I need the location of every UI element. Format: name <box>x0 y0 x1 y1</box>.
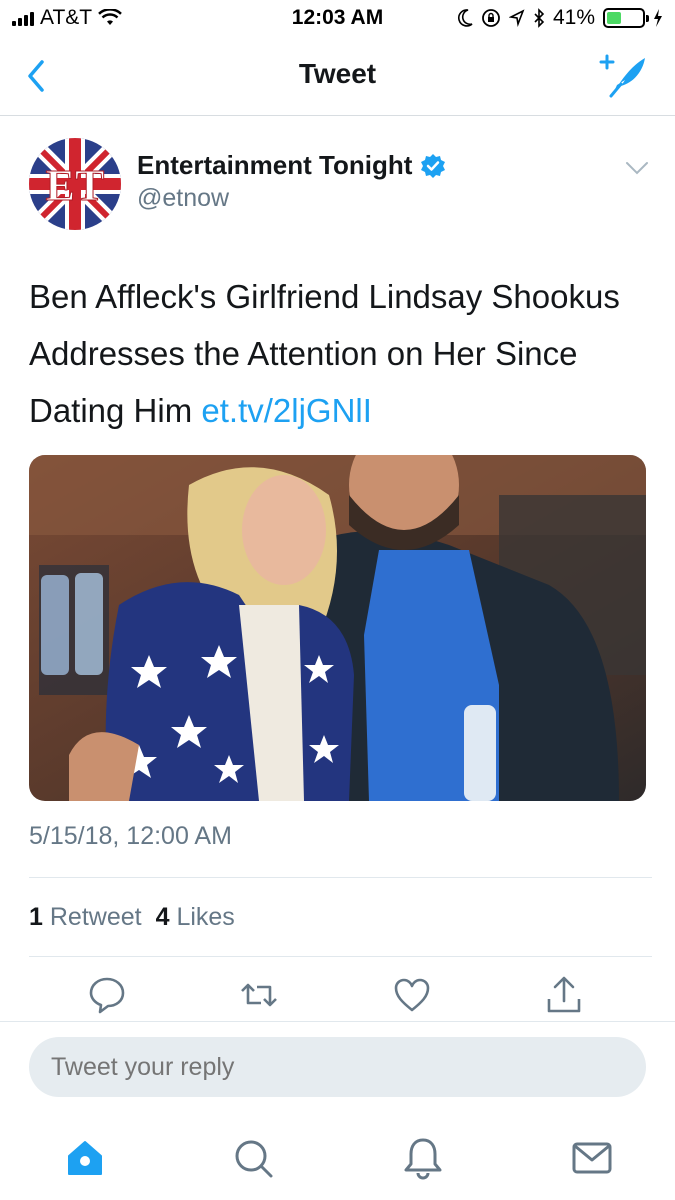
page-title: Tweet <box>298 58 377 89</box>
reply-button[interactable] <box>87 975 127 1015</box>
tweet-text: Ben Affleck's Girlfriend Lindsay Shookus… <box>29 268 649 439</box>
avatar-logo-text: ET <box>46 161 105 210</box>
battery-percent: 41% <box>552 6 595 29</box>
avatar[interactable]: ET <box>29 138 121 230</box>
et-logo-icon: ET <box>29 138 121 230</box>
retweet-button[interactable] <box>239 975 279 1015</box>
share-button[interactable] <box>544 975 584 1015</box>
like-count: 4 <box>155 903 170 931</box>
navigation-bar: Tweet <box>0 38 675 116</box>
like-label: Likes <box>176 903 235 931</box>
tweet-photo[interactable] <box>29 455 646 801</box>
location-icon <box>508 9 525 27</box>
photo-image <box>29 455 646 801</box>
chevron-down-icon[interactable] <box>625 160 649 176</box>
moon-icon <box>457 9 473 27</box>
tweet-timestamp: 5/15/18, 12:00 AM <box>29 822 232 850</box>
divider <box>29 956 652 957</box>
charging-bolt-icon <box>654 9 662 27</box>
rotation-lock-icon <box>482 9 500 27</box>
battery-icon <box>603 8 649 28</box>
status-bar: AT&T 12:03 AM 41% <box>0 0 675 38</box>
retweet-stat[interactable]: 1 Retweet <box>29 903 142 932</box>
like-stat[interactable]: 4 Likes <box>156 903 235 932</box>
tweet-actions <box>0 975 675 1019</box>
messages-tab-icon[interactable] <box>570 1136 614 1180</box>
reply-bar <box>0 1021 675 1111</box>
tab-bar <box>0 1112 675 1200</box>
engagement-stats: 1 Retweet 4 Likes <box>29 903 235 932</box>
author-handle[interactable]: @etnow <box>137 184 229 213</box>
notifications-tab-icon[interactable] <box>401 1136 445 1180</box>
verified-badge-icon <box>421 153 446 178</box>
author-name: Entertainment Tonight <box>137 150 413 180</box>
author-name-row[interactable]: Entertainment Tonight <box>137 150 446 181</box>
search-tab-icon[interactable] <box>231 1136 275 1180</box>
retweet-label: Retweet <box>49 903 142 931</box>
home-tab-icon[interactable] <box>63 1136 107 1180</box>
like-button[interactable] <box>392 975 432 1015</box>
bluetooth-icon <box>534 8 545 28</box>
reply-input[interactable] <box>29 1037 646 1097</box>
divider <box>29 877 652 878</box>
status-icons: 41% <box>457 6 663 30</box>
tweet-link[interactable]: et.tv/2ljGNlI <box>201 392 372 429</box>
retweet-count: 1 <box>29 903 43 931</box>
compose-tweet-button[interactable] <box>599 52 649 98</box>
